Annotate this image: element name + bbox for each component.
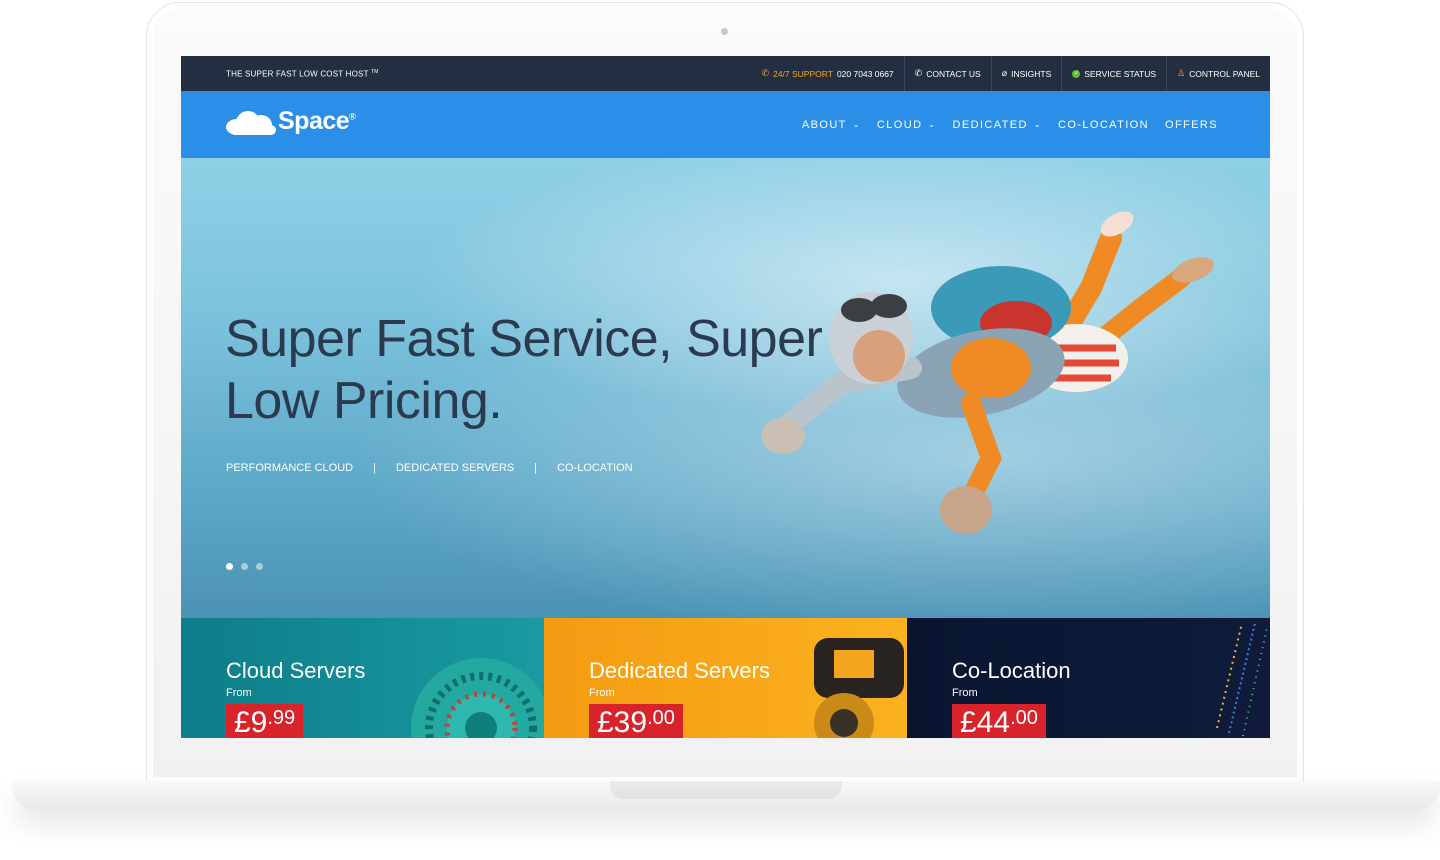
support-phone[interactable]: ✆ 24/7 SUPPORT 020 7043 0667 [752, 56, 904, 91]
hero-links: PERFORMANCE CLOUD | DEDICATED SERVERS | … [226, 462, 633, 474]
dedicated-servers-link[interactable]: DEDICATED SERVERS [396, 462, 514, 474]
website-screen: THE SUPER FAST LOW COST HOST TM ✆ 24/7 S… [181, 56, 1270, 738]
slide-dot[interactable] [226, 563, 233, 570]
tile-from-label: From [226, 687, 252, 699]
price-badge: £44 .00 [952, 704, 1046, 738]
nav-item-dedicated[interactable]: DEDICATED ⌄ [953, 119, 1042, 131]
price-badge: £39 .00 [589, 704, 683, 738]
laptop-notch [610, 781, 842, 799]
hero-title: Super Fast Service, Super Low Pricing. [225, 310, 823, 430]
server-rack-image [1207, 618, 1269, 738]
phone-icon: ✆ [761, 68, 770, 78]
performance-cloud-link[interactable]: PERFORMANCE CLOUD [226, 462, 353, 474]
nav-menu: ABOUT ⌄ CLOUD ⌄ DEDICATED ⌄ CO-LOCATION … [802, 91, 1218, 158]
nav-item-about[interactable]: ABOUT ⌄ [802, 119, 861, 131]
camera-dot [721, 28, 728, 35]
tile-from-label: From [952, 687, 978, 699]
tile-title: Cloud Servers [226, 658, 366, 683]
user-icon: ♙ [1177, 68, 1186, 78]
tile-title: Co-Location [952, 658, 1071, 683]
tile-dedicated-servers[interactable]: Dedicated Servers From £39 .00 [544, 618, 907, 738]
tile-cloud-servers[interactable]: Cloud Servers From £9 .99 [181, 618, 544, 738]
nav-item-cloud[interactable]: CLOUD ⌄ [877, 119, 937, 131]
nav-item-co-location[interactable]: CO-LOCATION [1058, 119, 1149, 131]
control-panel-link[interactable]: ♙ CONTROL PANEL [1166, 56, 1270, 91]
slide-dot[interactable] [256, 563, 263, 570]
co-location-link[interactable]: CO-LOCATION [557, 462, 633, 474]
logo-text: Space® [278, 107, 356, 135]
insights-link[interactable]: ⌀ INSIGHTS [990, 56, 1062, 91]
engine-image [814, 638, 904, 738]
nav-item-offers[interactable]: OFFERS [1165, 119, 1218, 131]
cloud-logo-icon [226, 109, 278, 135]
chevron-down-icon: ⌄ [1033, 120, 1042, 129]
price-badge: £9 .99 [226, 704, 304, 738]
top-bar: THE SUPER FAST LOW COST HOST TM ✆ 24/7 S… [181, 56, 1270, 91]
chevron-down-icon: ⌄ [928, 120, 937, 129]
check-circle-icon: ✓ [1072, 69, 1081, 78]
tagline: THE SUPER FAST LOW COST HOST TM [226, 69, 379, 79]
tile-title: Dedicated Servers [589, 658, 770, 683]
product-tiles: Cloud Servers From £9 .99 Dedicated Serv… [181, 618, 1270, 738]
tile-from-label: From [589, 687, 615, 699]
tile-co-location[interactable]: Co-Location From £44 .00 [907, 618, 1270, 738]
chevron-down-icon: ⌄ [852, 120, 861, 129]
laptop-mockup: THE SUPER FAST LOW COST HOST TM ✆ 24/7 S… [0, 0, 1440, 860]
top-bar-links: ✆ 24/7 SUPPORT 020 7043 0667 ✆ CONTACT U… [752, 56, 1270, 91]
chameleon-image [411, 658, 544, 738]
contact-us-link[interactable]: ✆ CONTACT US [903, 56, 991, 91]
hero-banner: Super Fast Service, Super Low Pricing. P… [181, 158, 1270, 618]
paperclip-icon: ⌀ [1001, 68, 1008, 78]
service-status-link[interactable]: ✓ SERVICE STATUS [1061, 56, 1166, 91]
main-nav: Space® ABOUT ⌄ CLOUD ⌄ DEDICATED ⌄ CO-LO… [181, 91, 1270, 158]
slider-dots [226, 563, 263, 570]
slide-dot[interactable] [241, 563, 248, 570]
phone-icon: ✆ [914, 68, 923, 78]
space-logo[interactable]: Space® [226, 107, 356, 136]
